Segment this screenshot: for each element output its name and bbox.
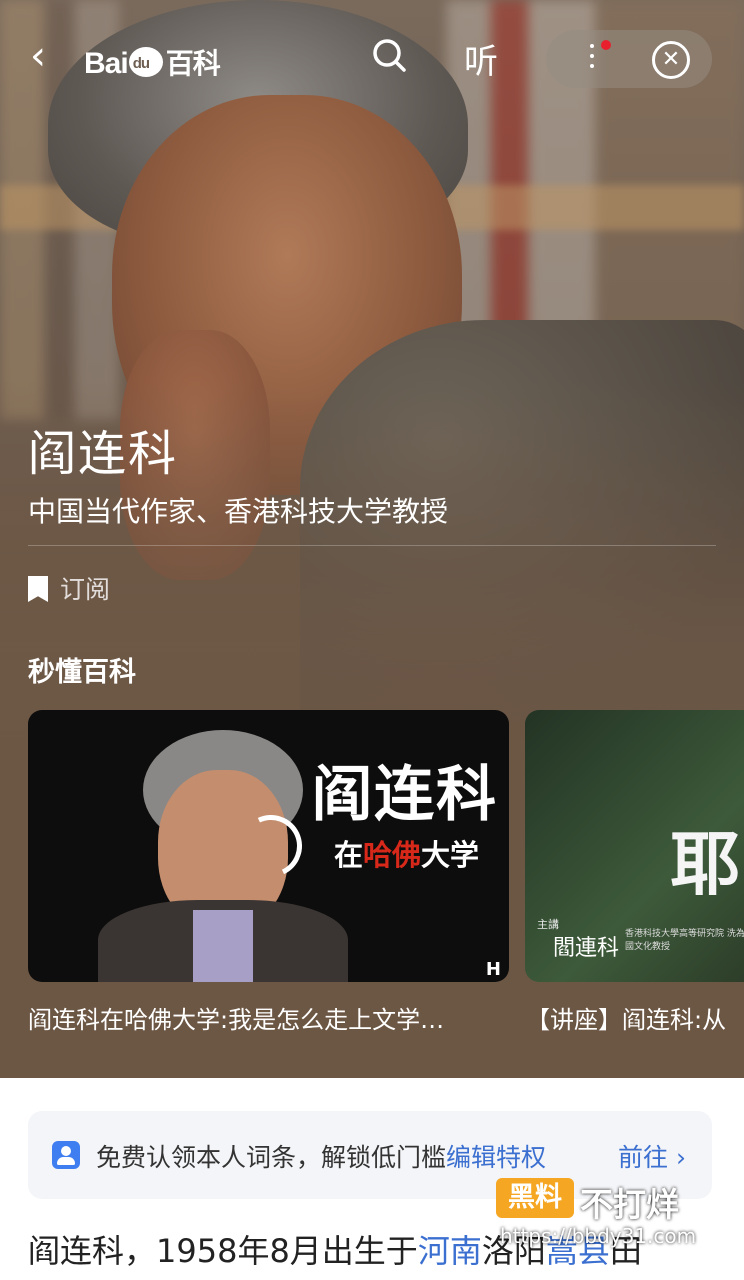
back-icon[interactable]: ‹ xyxy=(30,36,64,76)
video-title[interactable]: 【讲座】阎连科:从 xyxy=(526,1000,726,1035)
video-card[interactable]: 耶 主講 閻連科 香港科技大學高等研究院 洗為堅中國文化教授 xyxy=(525,710,744,982)
notification-dot xyxy=(601,40,611,50)
logo-baike: 百科 xyxy=(165,48,221,79)
logo-du: du xyxy=(132,55,150,72)
video-title[interactable]: 阎连科在哈佛大学:我是怎么走上文学… xyxy=(28,1000,498,1035)
claim-text: 免费认领本人词条，解锁低门槛编辑特权 xyxy=(96,1143,547,1172)
watermark-badge: 黑料 xyxy=(496,1178,574,1218)
hero-section: ‹ Bai du 百科 听 ✕ 阎连科 中国当代作家、香港科技大学教授 订阅 秒懂百… xyxy=(0,0,744,1080)
close-icon[interactable]: ✕ xyxy=(652,41,690,79)
mini-program-capsule: ✕ xyxy=(546,30,712,88)
section-title: 秒懂百科 xyxy=(28,657,136,688)
video-card[interactable]: 阎连科 在哈佛大学 H xyxy=(28,710,509,982)
watermark-url: https://bbdy31.com xyxy=(500,1224,697,1248)
divider xyxy=(28,545,716,546)
video-overlay-title: 耶 xyxy=(670,822,740,905)
video-overlay-subtitle: 在哈佛大学 xyxy=(334,838,480,872)
user-icon xyxy=(52,1141,80,1169)
subscribe-button[interactable]: 订阅 xyxy=(28,570,110,606)
video-overlay-name: 閻連科 xyxy=(553,936,620,961)
goto-link[interactable]: 前往 › xyxy=(618,1138,686,1174)
watermark-text: 不打烊 xyxy=(580,1185,679,1224)
paw-icon: du xyxy=(128,47,163,77)
video-overlay-caption: 香港科技大學高等研究院 洗為堅中國文化教授 xyxy=(625,929,744,952)
entry-subtitle: 中国当代作家、香港科技大学教授 xyxy=(28,495,449,528)
bookmark-icon xyxy=(28,576,48,602)
video-overlay-title: 阎连科 xyxy=(312,760,498,830)
logo-text: Bai xyxy=(84,47,129,80)
baidu-baike-logo[interactable]: Bai du 百科 xyxy=(84,42,221,82)
watermark: 黑料 不打烊 https://bbdy31.com xyxy=(496,1178,736,1252)
entry-name: 阎连科 xyxy=(28,426,179,482)
link-henan[interactable]: 河南 xyxy=(418,1232,482,1270)
top-bar: ‹ Bai du 百科 听 ✕ xyxy=(0,22,744,92)
video-thumbnail-person xyxy=(98,730,348,982)
subscribe-label: 订阅 xyxy=(60,575,111,604)
channel-logo-icon: H xyxy=(485,959,501,980)
listen-button[interactable]: 听 xyxy=(464,34,498,83)
more-icon[interactable] xyxy=(590,44,594,74)
search-icon[interactable] xyxy=(372,38,406,72)
